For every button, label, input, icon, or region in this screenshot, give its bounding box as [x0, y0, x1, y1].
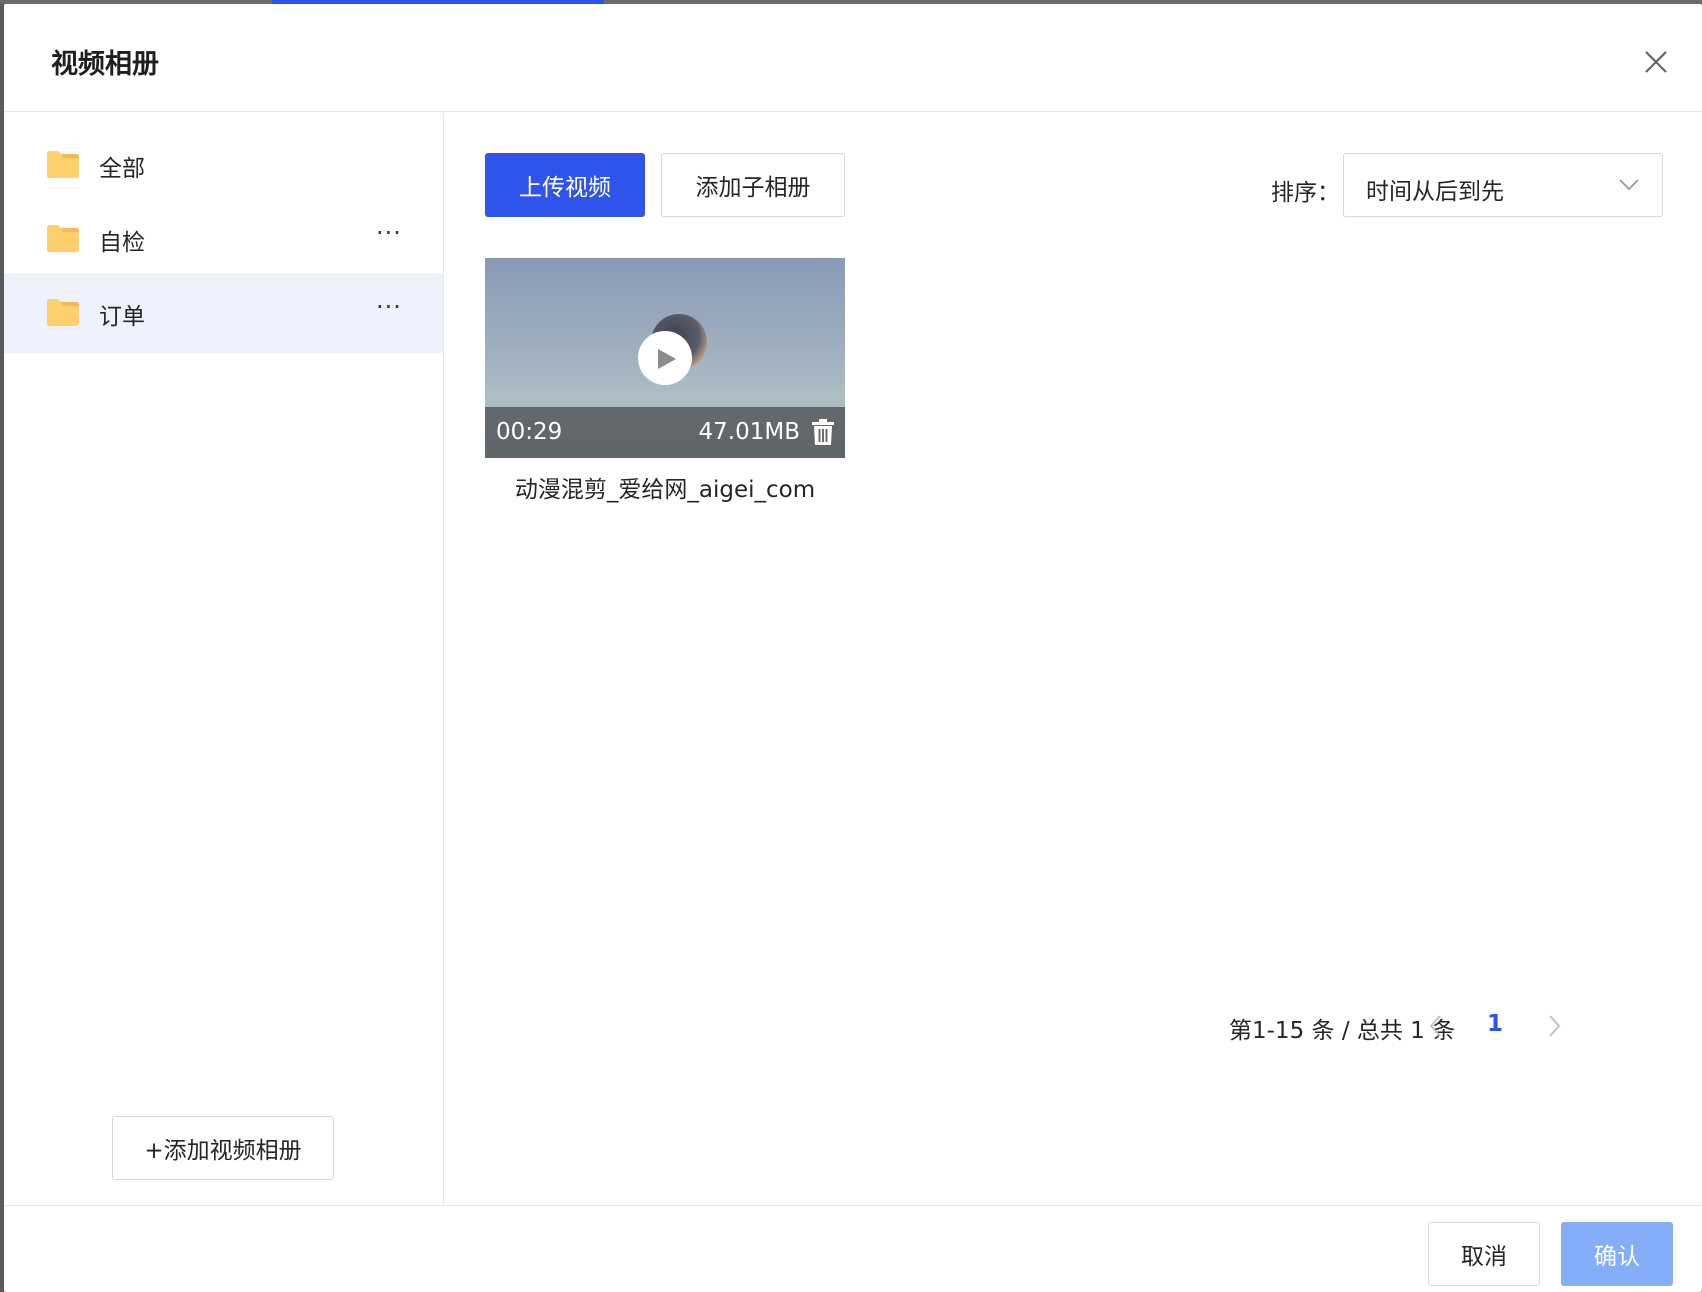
sort-label: 排序：: [1271, 180, 1340, 206]
play-icon[interactable]: [638, 331, 692, 385]
modal-header: 视频相册: [4, 4, 1702, 112]
sort-select[interactable]: 时间从后到先: [1343, 153, 1663, 217]
confirm-button[interactable]: 确认: [1561, 1222, 1673, 1286]
folder-icon: [47, 225, 79, 252]
video-thumbnail[interactable]: 00:29 47.01MB: [485, 258, 845, 458]
modal-footer: 取消 确认: [4, 1205, 1702, 1292]
add-subalbum-button[interactable]: 添加子相册: [661, 153, 845, 217]
album-item-label: 订单: [99, 304, 145, 330]
album-item-label: 全部: [99, 156, 145, 182]
sort-select-value: 时间从后到先: [1366, 179, 1504, 205]
album-item-orders[interactable]: 订单 ···: [4, 273, 443, 353]
folder-icon: [47, 151, 79, 178]
chevron-right-icon[interactable]: [1545, 1013, 1563, 1039]
more-options-icon[interactable]: ···: [376, 293, 402, 321]
pagination-summary: 第1-15 条 / 总共 1 条: [1229, 1018, 1456, 1044]
page-number-current[interactable]: 1: [1487, 1011, 1503, 1037]
album-content: 上传视频 添加子相册 排序： 时间从后到先 00:29 47.01MB 动漫混剪…: [445, 113, 1702, 1205]
album-item-all[interactable]: 全部: [4, 125, 443, 205]
close-icon[interactable]: [1638, 44, 1674, 80]
album-sidebar: 全部 自检 ··· 订单 ··· +添加视频相册: [4, 113, 444, 1205]
modal-title: 视频相册: [51, 49, 159, 80]
album-item-self-check[interactable]: 自检 ···: [4, 199, 443, 279]
folder-icon: [47, 299, 79, 326]
upload-video-button[interactable]: 上传视频: [485, 153, 645, 217]
video-size: 47.01MB: [698, 419, 800, 445]
album-item-label: 自检: [99, 230, 145, 256]
video-duration: 00:29: [496, 419, 563, 445]
video-info-bar: 00:29 47.01MB: [485, 407, 845, 458]
add-video-album-button[interactable]: +添加视频相册: [112, 1116, 334, 1180]
video-name: 动漫混剪_爱给网_aigei_com: [514, 477, 816, 503]
video-card: 00:29 47.01MB 动漫混剪_爱给网_aigei_com: [485, 258, 845, 504]
chevron-down-icon: [1619, 179, 1639, 191]
chevron-left-icon[interactable]: [1427, 1013, 1445, 1039]
video-album-modal: 视频相册 全部 自检 ··· 订单 ··· +添加视频相册 上传视频 添加子相册…: [4, 4, 1702, 1292]
trash-icon[interactable]: [811, 419, 835, 446]
more-options-icon[interactable]: ···: [376, 219, 402, 247]
cancel-button[interactable]: 取消: [1428, 1222, 1540, 1286]
